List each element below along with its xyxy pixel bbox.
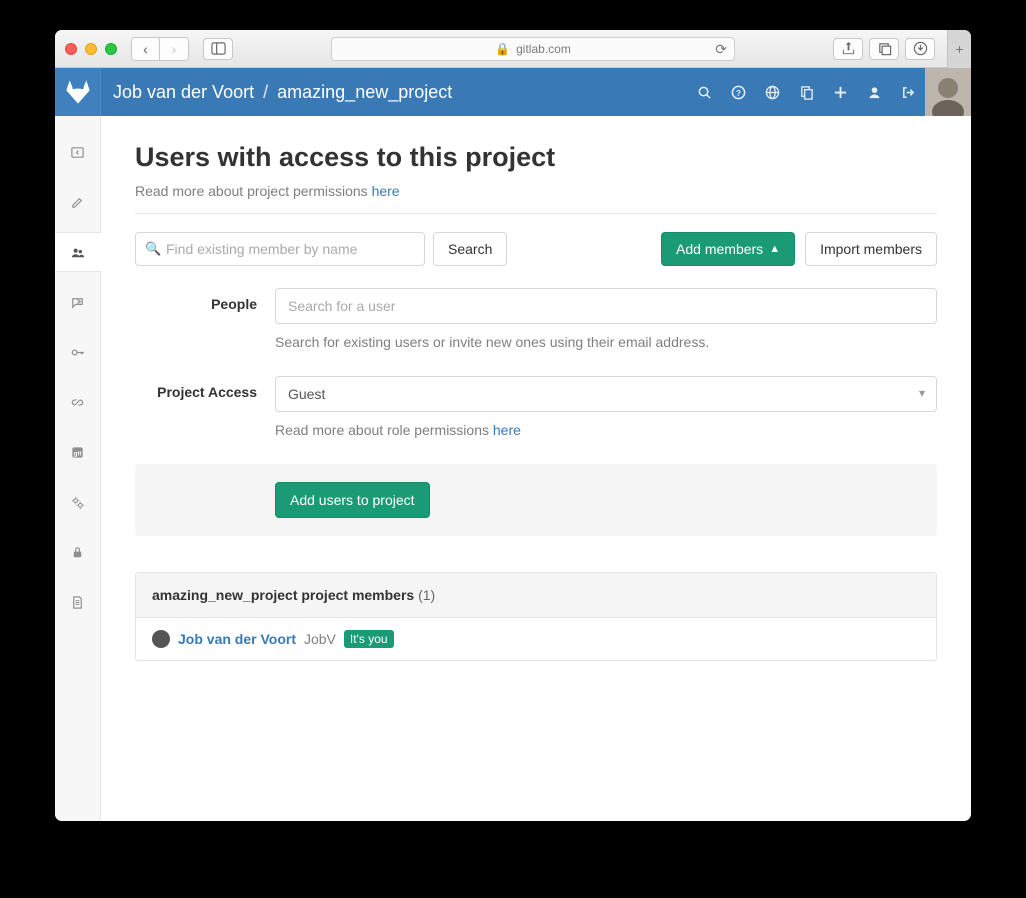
breadcrumb-project[interactable]: amazing_new_project bbox=[277, 82, 452, 102]
access-helper: Read more about role permissions here bbox=[275, 422, 937, 438]
member-avatar bbox=[152, 630, 170, 648]
rail-edit-icon[interactable] bbox=[55, 188, 101, 216]
members-panel: amazing_new_project project members (1) … bbox=[135, 572, 937, 661]
browser-window: ‹ › 🔒 gitlab.com ⟳ + Job van der Voort / bbox=[55, 30, 971, 821]
role-permissions-link[interactable]: here bbox=[493, 422, 521, 438]
nav-back-forward: ‹ › bbox=[131, 37, 189, 61]
nav-back-button[interactable]: ‹ bbox=[132, 38, 160, 60]
member-name[interactable]: Job van der Voort bbox=[178, 631, 296, 647]
rail-lock-icon[interactable] bbox=[55, 538, 101, 566]
access-select[interactable]: Guest bbox=[275, 376, 937, 412]
minimize-window-icon[interactable] bbox=[85, 43, 97, 55]
tanuki-icon bbox=[63, 77, 93, 107]
its-you-badge: It's you bbox=[344, 630, 394, 648]
share-button[interactable] bbox=[833, 38, 863, 60]
search-icon[interactable] bbox=[687, 68, 721, 116]
toolbar-right bbox=[833, 38, 935, 60]
user-icon[interactable] bbox=[857, 68, 891, 116]
submit-band: Add users to project bbox=[135, 464, 937, 536]
people-helper: Search for existing users or invite new … bbox=[275, 334, 937, 350]
chevron-up-icon: ▲ bbox=[769, 243, 780, 255]
breadcrumb-owner[interactable]: Job van der Voort bbox=[113, 82, 254, 102]
search-icon: 🔍 bbox=[145, 241, 161, 257]
access-row: Project Access Guest Read more about rol… bbox=[135, 376, 937, 456]
member-search-input[interactable] bbox=[135, 232, 425, 266]
people-input[interactable] bbox=[275, 288, 937, 324]
main-content: Users with access to this project Read m… bbox=[101, 116, 971, 821]
titlebar: ‹ › 🔒 gitlab.com ⟳ + bbox=[55, 30, 971, 68]
lock-icon: 🔒 bbox=[495, 42, 510, 56]
page-subtitle: Read more about project permissions here bbox=[135, 183, 937, 199]
nav-forward-button[interactable]: › bbox=[160, 38, 188, 60]
rail-gears-icon[interactable] bbox=[55, 488, 101, 516]
member-row: Job van der Voort JobV It's you bbox=[136, 618, 936, 660]
rail-members-icon[interactable] bbox=[55, 232, 101, 272]
plus-icon[interactable] bbox=[823, 68, 857, 116]
action-buttons: Add members ▲ Import members bbox=[661, 232, 937, 266]
sidebar-icon bbox=[211, 41, 226, 56]
tab-overview-button[interactable] bbox=[203, 38, 233, 60]
people-label: People bbox=[135, 288, 275, 368]
rail-back-icon[interactable] bbox=[55, 138, 101, 166]
traffic-lights bbox=[65, 43, 117, 55]
breadcrumb-separator: / bbox=[263, 82, 268, 102]
rail-git-icon[interactable]: git bbox=[55, 438, 101, 466]
svg-text:?: ? bbox=[735, 87, 740, 97]
address-bar[interactable]: 🔒 gitlab.com ⟳ bbox=[331, 37, 735, 61]
search-button[interactable]: Search bbox=[433, 232, 507, 266]
logout-icon[interactable] bbox=[891, 68, 925, 116]
close-window-icon[interactable] bbox=[65, 43, 77, 55]
add-members-button[interactable]: Add members ▲ bbox=[661, 232, 795, 266]
gitlab-logo[interactable] bbox=[55, 68, 101, 116]
rail-key-icon[interactable] bbox=[55, 338, 101, 366]
member-handle: JobV bbox=[304, 631, 336, 647]
members-heading: amazing_new_project project members (1) bbox=[136, 573, 936, 618]
new-tab-button[interactable]: + bbox=[947, 30, 971, 68]
address-domain: gitlab.com bbox=[516, 42, 571, 56]
rail-share-icon[interactable] bbox=[55, 288, 101, 316]
import-members-button[interactable]: Import members bbox=[805, 232, 937, 266]
left-rail: git bbox=[55, 116, 101, 821]
svg-text:git: git bbox=[74, 450, 83, 457]
globe-icon[interactable] bbox=[755, 68, 789, 116]
breadcrumb[interactable]: Job van der Voort / amazing_new_project bbox=[113, 82, 452, 103]
permissions-link[interactable]: here bbox=[372, 183, 400, 199]
tabs-button[interactable] bbox=[869, 38, 899, 60]
clipboard-icon[interactable] bbox=[789, 68, 823, 116]
zoom-window-icon[interactable] bbox=[105, 43, 117, 55]
rail-doc-icon[interactable] bbox=[55, 588, 101, 616]
people-row: People Search for existing users or invi… bbox=[135, 288, 937, 368]
access-label: Project Access bbox=[135, 376, 275, 456]
user-avatar[interactable] bbox=[925, 68, 971, 116]
add-users-button[interactable]: Add users to project bbox=[275, 482, 430, 518]
help-icon[interactable]: ? bbox=[721, 68, 755, 116]
reload-icon[interactable]: ⟳ bbox=[715, 41, 727, 58]
divider bbox=[135, 213, 937, 214]
page-title: Users with access to this project bbox=[135, 142, 937, 173]
downloads-button[interactable] bbox=[905, 38, 935, 60]
rail-link-icon[interactable] bbox=[55, 388, 101, 416]
member-search-box: 🔍 bbox=[135, 232, 425, 266]
topbar-actions: ? bbox=[687, 68, 971, 116]
app-topbar: Job van der Voort / amazing_new_project … bbox=[55, 68, 971, 116]
app-shell: git Users with access to this project Re… bbox=[55, 116, 971, 821]
search-row: 🔍 Search Add members ▲ Import members bbox=[135, 232, 937, 266]
